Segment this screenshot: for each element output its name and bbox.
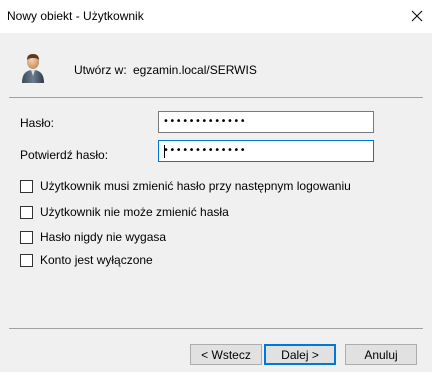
checkbox[interactable] (20, 230, 33, 244)
option-label: Hasło nigdy nie wygasa (40, 230, 167, 244)
title-bar: Nowy obiekt - Użytkownik (0, 0, 432, 33)
create-in-label: Utwórz w: (74, 63, 127, 77)
window-title: Nowy obiekt - Użytkownik (7, 9, 144, 23)
user-icon (22, 54, 44, 83)
close-icon (411, 10, 422, 21)
option-label: Użytkownik nie może zmienić hasła (40, 205, 229, 219)
back-button[interactable]: < Wstecz (190, 344, 262, 365)
option-password-never-expires[interactable]: Hasło nigdy nie wygasa (20, 230, 166, 244)
separator-bottom (9, 328, 423, 329)
password-field[interactable]: ••••••••••••• (158, 111, 374, 133)
text-caret (164, 145, 165, 158)
checkbox[interactable] (20, 179, 33, 193)
password-label: Hasło: (20, 116, 55, 130)
separator-top (9, 97, 423, 98)
confirm-password-field[interactable]: ••••••••••••• (158, 140, 374, 162)
confirm-password-label: Potwierdź hasło: (20, 148, 109, 162)
close-button[interactable] (401, 0, 432, 31)
next-button[interactable]: Dalej > (264, 344, 336, 365)
option-must-change-password[interactable]: Użytkownik musi zmienić hasło przy nastę… (20, 179, 351, 193)
cancel-button[interactable]: Anuluj (345, 344, 417, 365)
option-account-disabled[interactable]: Konto jest wyłączone (20, 253, 153, 267)
create-in-value: egzamin.local/SERWIS (133, 63, 257, 77)
checkbox[interactable] (20, 205, 33, 219)
checkbox[interactable] (20, 253, 33, 267)
option-label: Użytkownik musi zmienić hasło przy nastę… (40, 179, 351, 193)
option-cannot-change-password[interactable]: Użytkownik nie może zmienić hasła (20, 205, 229, 219)
option-label: Konto jest wyłączone (40, 253, 153, 267)
